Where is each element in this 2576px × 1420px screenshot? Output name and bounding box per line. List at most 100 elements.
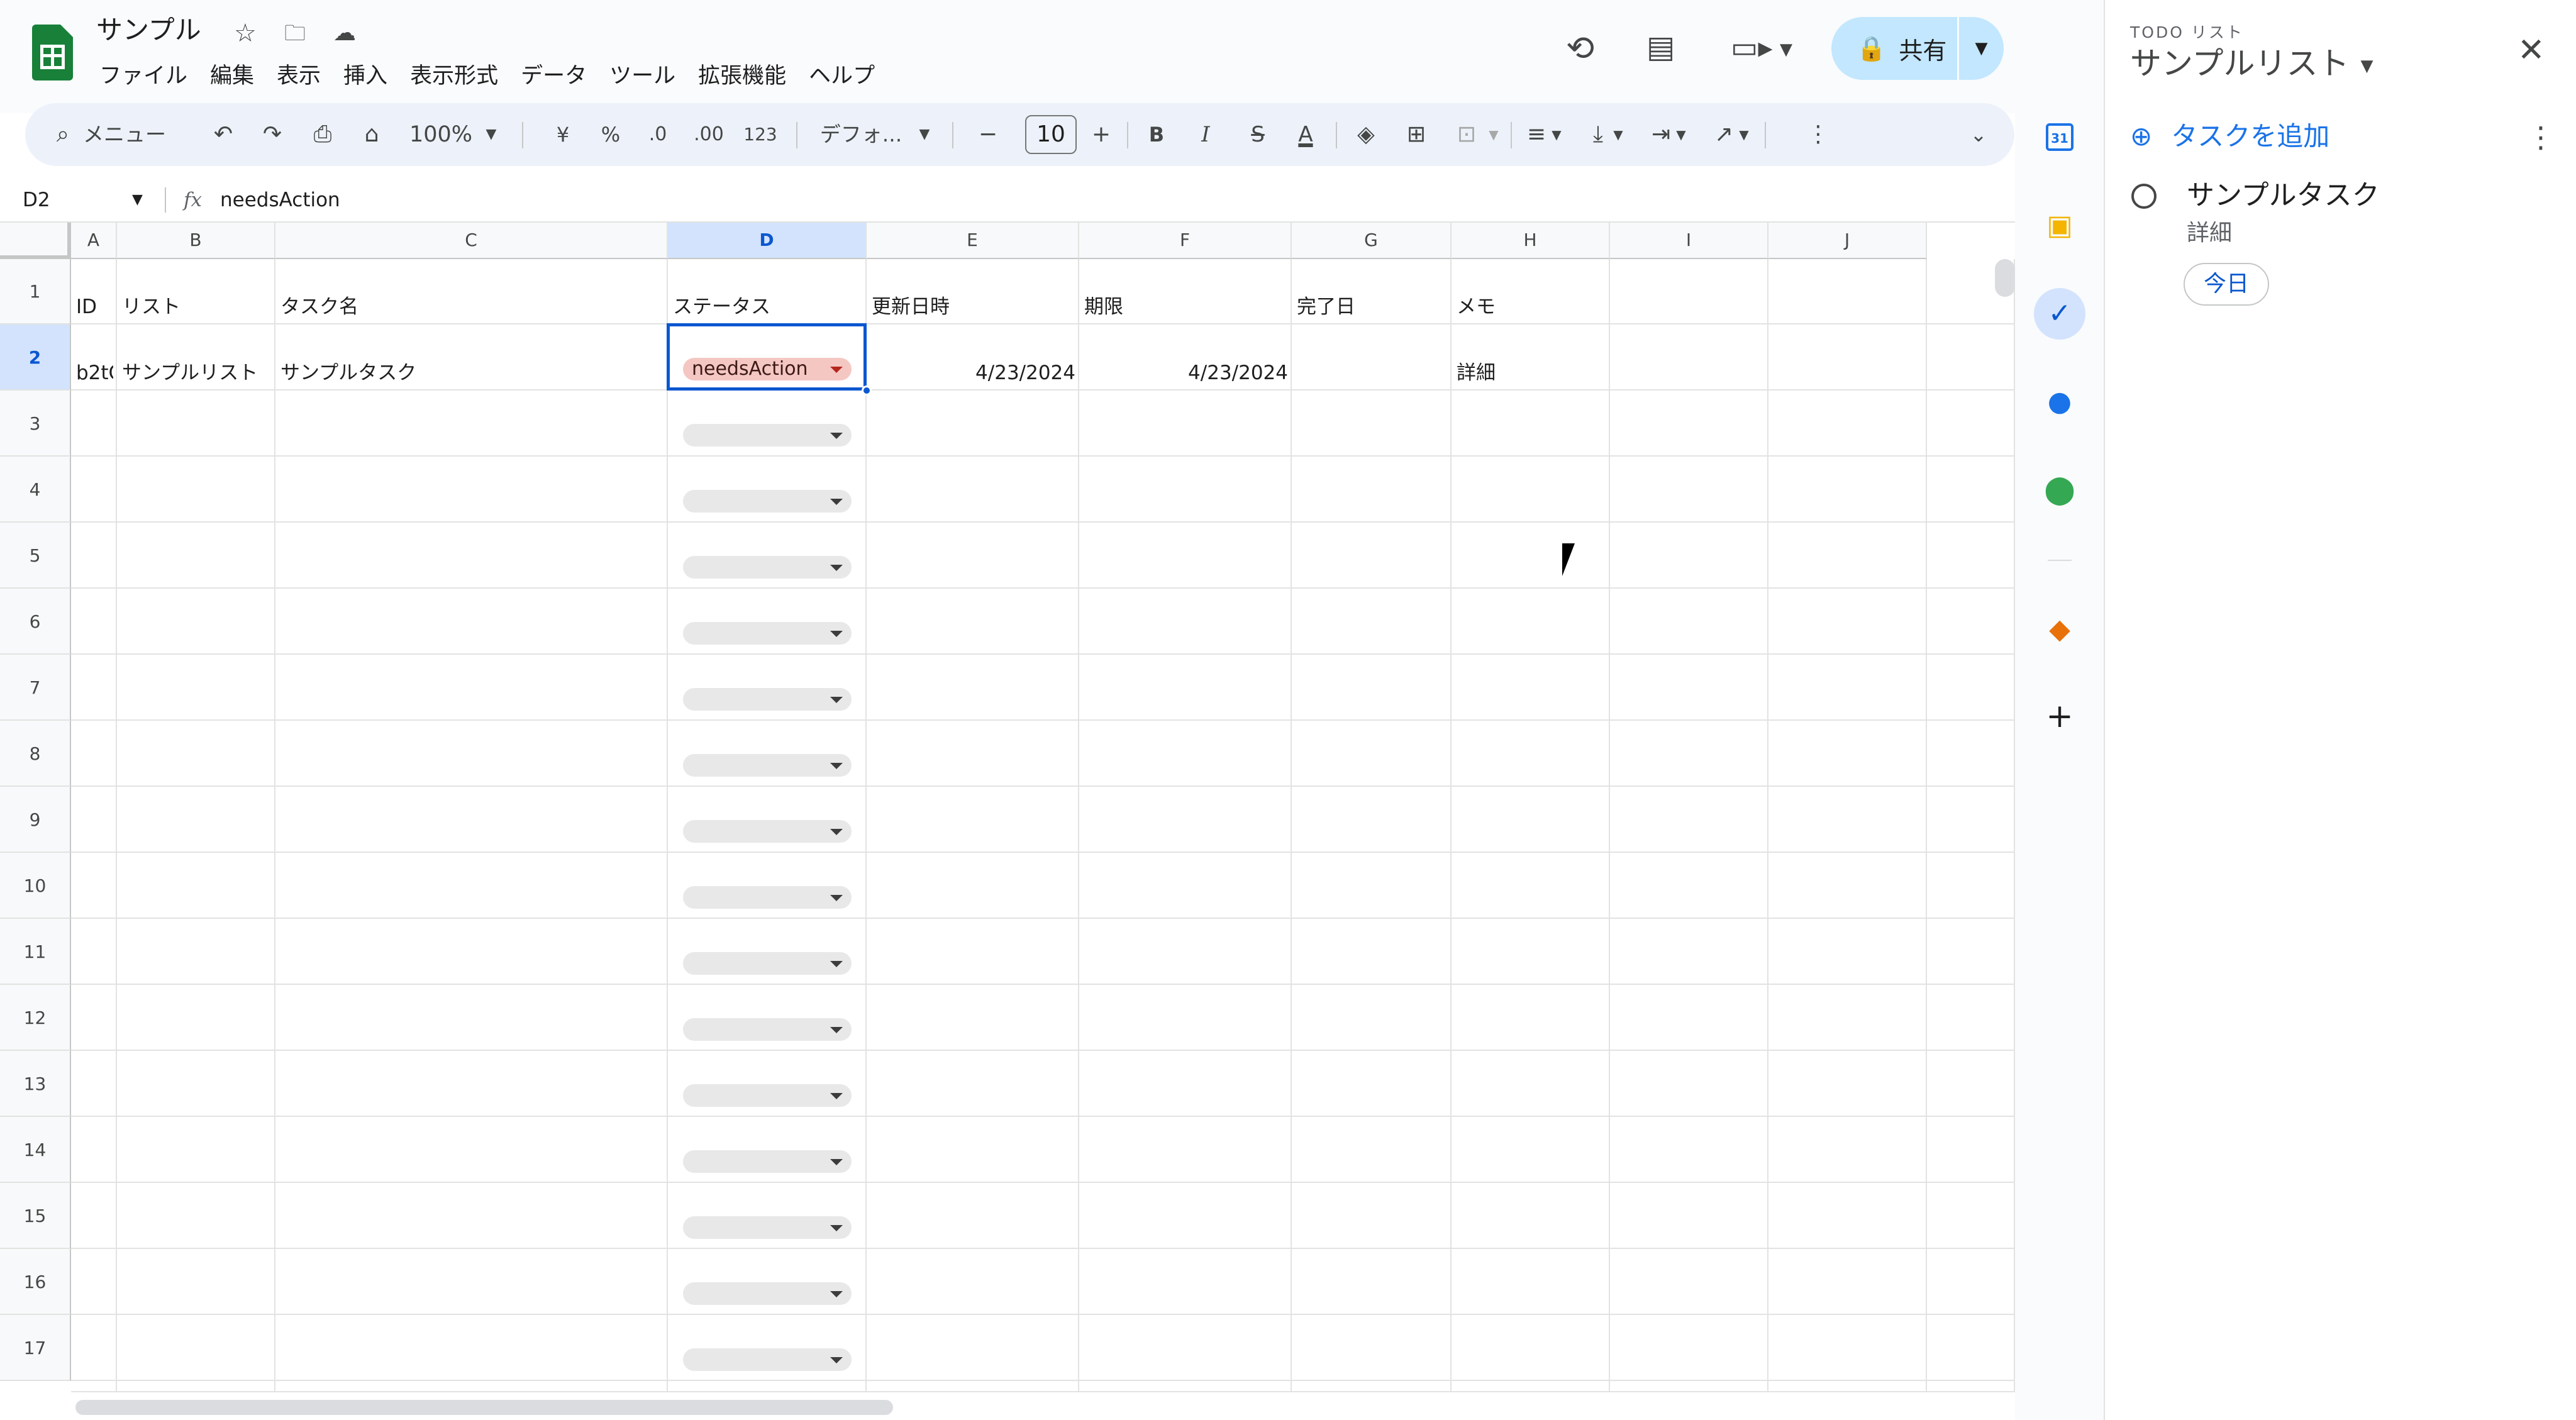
zoom-dropdown-icon[interactable]: ▼ — [482, 103, 501, 166]
maps-icon[interactable]: ⬤ — [2034, 464, 2085, 516]
share-button[interactable]: 🔒 共有 ▼ — [1831, 17, 2004, 80]
task-title[interactable]: サンプルタスク — [2187, 176, 2380, 215]
merge-cells-icon[interactable]: ⊡ — [1448, 103, 1485, 166]
row-header-10[interactable]: 10 — [0, 853, 71, 919]
name-box-dropdown-icon[interactable]: ▼ — [132, 177, 143, 223]
status-dropdown-chip[interactable] — [683, 1018, 852, 1041]
increase-decimal-button[interactable]: .00 — [687, 103, 731, 166]
percent-format-button[interactable]: % — [595, 103, 626, 166]
menu-help[interactable]: ヘルプ — [797, 60, 886, 92]
close-icon[interactable]: ✕ — [2518, 31, 2545, 69]
row-header-3[interactable]: 3 — [0, 391, 71, 457]
select-all-corner[interactable] — [0, 223, 71, 259]
menu-data[interactable]: データ — [509, 60, 598, 92]
meet-icon[interactable]: ▭▸ — [1731, 25, 1773, 69]
decrease-decimal-button[interactable]: .0 — [639, 103, 677, 166]
formula-input[interactable]: needsAction — [220, 177, 340, 223]
font-dropdown-icon[interactable]: ▼ — [912, 103, 937, 166]
star-icon[interactable]: ☆ — [234, 18, 257, 49]
horizontal-align-dropdown-icon[interactable]: ▼ — [1547, 103, 1566, 166]
menu-insert[interactable]: 挿入 — [332, 60, 399, 92]
status-dropdown-chip[interactable] — [683, 622, 852, 645]
menu-view[interactable]: 表示 — [265, 60, 332, 92]
cell-F1[interactable]: 期限 — [1084, 294, 1288, 319]
column-header-J[interactable]: J — [1768, 223, 1927, 259]
column-header-C[interactable]: C — [275, 223, 668, 259]
row-header-9[interactable]: 9 — [0, 787, 71, 853]
meet-dropdown-icon[interactable]: ▼ — [1780, 28, 1792, 72]
status-dropdown-chip[interactable] — [683, 886, 852, 909]
cell-C2[interactable]: サンプルタスク — [280, 360, 664, 386]
column-header-I[interactable]: I — [1610, 223, 1768, 259]
bold-button[interactable]: B — [1141, 103, 1172, 166]
horizontal-scrollbar[interactable] — [71, 1391, 2015, 1420]
cell-E2[interactable]: 4/23/2024 — [872, 360, 1075, 386]
status-dropdown-chip[interactable] — [683, 556, 852, 579]
number-format-button[interactable]: 123 — [738, 103, 782, 166]
menu-file[interactable]: ファイル — [88, 60, 199, 92]
calendar-icon[interactable]: 31 — [2034, 112, 2085, 164]
vertical-scrollbar[interactable] — [1995, 259, 2015, 297]
cell-G1[interactable]: 完了日 — [1297, 294, 1448, 319]
status-dropdown-chip[interactable] — [683, 688, 852, 711]
cloud-status-icon[interactable]: ☁ — [333, 18, 356, 49]
row-header-6[interactable]: 6 — [0, 589, 71, 655]
text-color-button[interactable]: A — [1287, 103, 1324, 166]
font-size-increase-icon[interactable]: + — [1085, 103, 1117, 166]
status-dropdown-chip[interactable] — [683, 754, 852, 777]
task-list-selector[interactable]: サンプルリスト ▼ — [2130, 42, 2373, 88]
addon-icon[interactable]: ◆ — [2034, 604, 2085, 655]
redo-icon[interactable]: ↷ — [257, 103, 288, 166]
status-dropdown-chip[interactable] — [683, 1150, 852, 1173]
status-dropdown-chip[interactable] — [683, 1282, 852, 1305]
task-details[interactable]: 詳細 — [2187, 218, 2232, 249]
row-header-1[interactable]: 1 — [0, 259, 71, 324]
cell-C1[interactable]: タスク名 — [280, 294, 664, 319]
row-header-5[interactable]: 5 — [0, 523, 71, 589]
get-addons-icon[interactable]: + — [2034, 691, 2085, 742]
row-header-15[interactable]: 15 — [0, 1183, 71, 1249]
font-size-decrease-icon[interactable]: − — [972, 103, 1004, 166]
more-options-icon[interactable]: ⋮ — [2526, 119, 2555, 155]
row-header-13[interactable]: 13 — [0, 1051, 71, 1117]
column-header-F[interactable]: F — [1079, 223, 1292, 259]
add-task-button[interactable]: ⊕ タスクを追加 — [2130, 117, 2329, 156]
status-dropdown-chip[interactable] — [683, 1084, 852, 1107]
text-rotation-dropdown-icon[interactable]: ▼ — [1735, 103, 1753, 166]
cell-H2[interactable]: 詳細 — [1457, 360, 1606, 386]
document-title[interactable]: サンプル — [96, 13, 201, 48]
menu-extensions[interactable]: 拡張機能 — [687, 60, 797, 92]
status-dropdown-chip[interactable] — [683, 952, 852, 975]
merge-dropdown-icon[interactable]: ▼ — [1484, 103, 1503, 166]
row-header-2[interactable]: 2 — [0, 324, 71, 391]
column-header-D[interactable]: D — [668, 223, 867, 259]
column-header-E[interactable]: E — [867, 223, 1079, 259]
font-size-input[interactable]: 10 — [1025, 115, 1077, 154]
cell-A2[interactable]: b2tC — [76, 360, 113, 386]
row-header-17[interactable]: 17 — [0, 1315, 71, 1381]
row-header-16[interactable]: 16 — [0, 1249, 71, 1315]
row-header-11[interactable]: 11 — [0, 919, 71, 985]
cell-B1[interactable]: リスト — [122, 294, 272, 319]
contacts-icon[interactable]: ● — [2034, 376, 2085, 428]
cell-B2[interactable]: サンプルリスト — [122, 360, 272, 386]
cell-H1[interactable]: メモ — [1457, 294, 1606, 319]
menu-tools[interactable]: ツール — [598, 60, 687, 92]
currency-format-button[interactable]: ¥ — [547, 103, 579, 166]
status-dropdown-chip[interactable] — [683, 1348, 852, 1371]
menu-edit[interactable]: 編集 — [199, 60, 265, 92]
column-header-H[interactable]: H — [1452, 223, 1610, 259]
spreadsheet-grid[interactable]: A B C D E F G H I J 1 2 3 4 5 6 7 8 9 10 11 12 13 14 15 16 17 ID リスト… — [0, 223, 2015, 1391]
status-dropdown-chip[interactable] — [683, 820, 852, 843]
fill-color-icon[interactable]: ◈ — [1347, 103, 1385, 166]
status-dropdown-chip[interactable] — [683, 424, 852, 447]
move-folder-icon[interactable]: 🗀 — [284, 18, 306, 49]
text-wrap-dropdown-icon[interactable]: ▼ — [1672, 103, 1690, 166]
share-dropdown-icon[interactable]: ▼ — [1959, 39, 2004, 58]
cell-E1[interactable]: 更新日時 — [872, 294, 1075, 319]
borders-icon[interactable]: ⊞ — [1397, 103, 1435, 166]
zoom-select[interactable]: 100% — [406, 103, 475, 166]
italic-button[interactable]: I — [1190, 103, 1221, 166]
keep-icon[interactable]: ▣ — [2034, 200, 2085, 252]
row-header-4[interactable]: 4 — [0, 457, 71, 523]
